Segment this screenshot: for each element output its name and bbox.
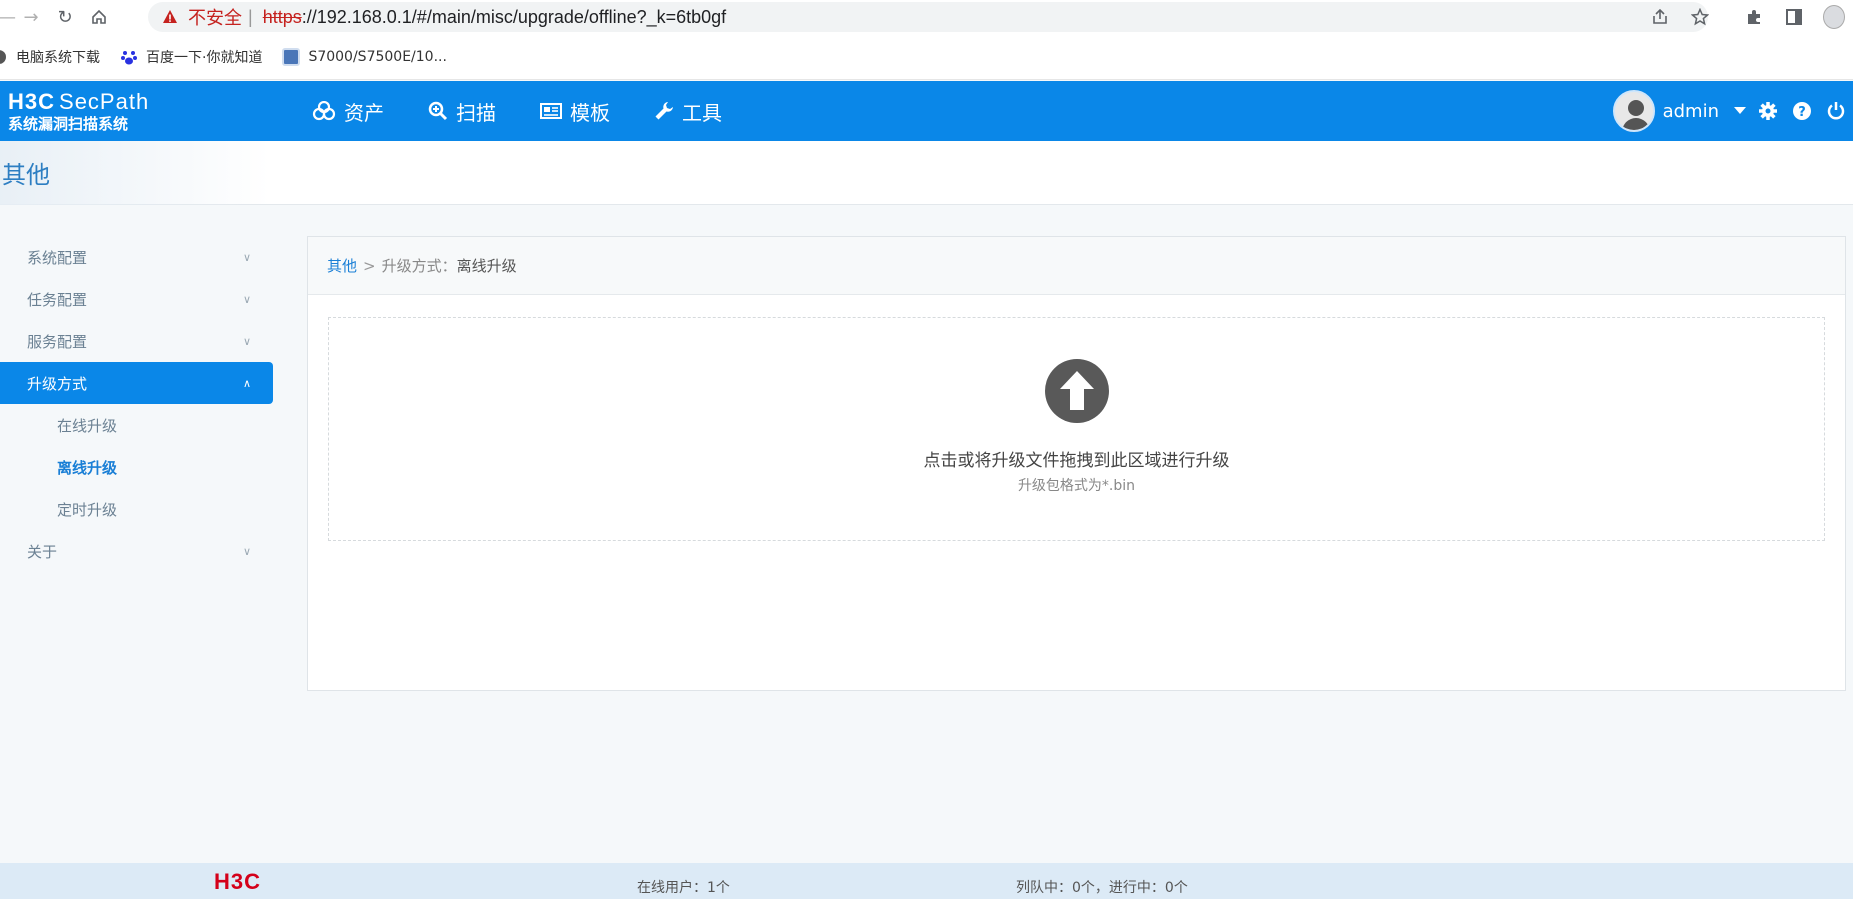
nav-template[interactable]: 模板	[540, 97, 610, 126]
breadcrumb-root-link[interactable]: 其他	[327, 255, 357, 276]
dropzone-text: 点击或将升级文件拖拽到此区域进行升级	[923, 451, 1230, 471]
share-icon[interactable]	[1649, 6, 1671, 28]
logo-brand: H3C	[8, 89, 56, 114]
queue-status: 列队中：0个，进行中：0个	[1016, 880, 1188, 896]
sidebar: 系统配置 ∨ 任务配置 ∨ 服务配置 ∨ 升级方式 ∧ 在线升级 离线升级 定时…	[0, 236, 273, 572]
home-icon[interactable]	[82, 0, 116, 34]
address-separator: |	[248, 6, 253, 27]
profile-icon[interactable]	[1823, 5, 1845, 29]
main-panel: 其他 > 升级方式： 离线升级 点击或将升级文件拖拽到此区域进行升级 升级包格式…	[307, 236, 1846, 691]
nav-tools-label: 工具	[682, 100, 722, 125]
breadcrumb-section: 升级方式：	[381, 257, 457, 275]
app-logo[interactable]: H3C SecPath 系统漏洞扫描系统	[8, 89, 149, 134]
dropzone-hint: 升级包格式为*.bin	[1017, 478, 1136, 494]
sidebar-item-label: 服务配置	[27, 332, 88, 351]
sidebar-item-about[interactable]: 关于 ∨	[0, 530, 273, 572]
online-users-status: 在线用户：1个	[637, 880, 730, 896]
url-scheme: https	[262, 6, 302, 27]
sidebar-item-label: 系统配置	[27, 248, 88, 267]
app-header: H3C SecPath 系统漏洞扫描系统 资产 扫描 模板 工具 admin ?	[0, 81, 1853, 141]
logo-subtitle: 系统漏洞扫描系统	[8, 116, 129, 133]
warning-icon	[162, 9, 178, 25]
page-title: 其他	[2, 161, 50, 189]
chevron-down-icon: ∨	[242, 334, 251, 348]
bookmark-star-icon[interactable]	[1689, 6, 1711, 28]
browser-actions	[1649, 0, 1853, 34]
sidebar-item-label: 任务配置	[27, 290, 88, 309]
browser-toolbar: — → ↻ 不安全 | https://192.168.0.1/#/main/m…	[0, 0, 1853, 34]
sidebar-subitem-offline-upgrade[interactable]: 离线升级	[0, 446, 273, 488]
sidebar-item-upgrade[interactable]: 升级方式 ∧	[0, 362, 273, 404]
breadcrumb: 其他 > 升级方式： 离线升级	[308, 237, 1845, 295]
bookmark-item[interactable]: 电脑系统下载	[0, 47, 100, 67]
footer: H3C 在线用户：1个 列队中：0个，进行中：0个	[0, 863, 1853, 899]
sidebar-item-label: 升级方式	[27, 374, 88, 393]
upload-dropzone[interactable]: 点击或将升级文件拖拽到此区域进行升级 升级包格式为*.bin	[328, 317, 1825, 541]
upload-arrow-icon	[1044, 358, 1110, 428]
avatar[interactable]	[1612, 90, 1655, 132]
bookmark-item[interactable]: S7000/S7500E/10...	[282, 47, 447, 66]
breadcrumb-current: 离线升级	[456, 257, 517, 275]
sidebar-item-task-config[interactable]: 任务配置 ∨	[0, 278, 273, 320]
power-icon[interactable]	[1819, 81, 1853, 141]
sidebar-subitem-label: 定时升级	[57, 500, 118, 519]
side-panel-icon[interactable]	[1783, 6, 1805, 28]
extensions-icon[interactable]	[1743, 6, 1765, 28]
main-nav: 资产 扫描 模板 工具	[312, 81, 722, 141]
security-label: 不安全	[188, 8, 242, 28]
gear-icon[interactable]	[1751, 81, 1785, 141]
nav-template-label: 模板	[570, 100, 610, 125]
nav-scan-label: 扫描	[456, 100, 496, 125]
chevron-up-icon: ∧	[242, 376, 251, 390]
forward-arrow-icon[interactable]: →	[14, 0, 48, 34]
page-title-bar: 其他	[0, 141, 1853, 205]
logo-product: SecPath	[59, 89, 150, 114]
footer-logo: H3C	[214, 869, 262, 894]
nav-assets[interactable]: 资产	[312, 97, 384, 126]
chevron-down-icon: ∨	[242, 292, 251, 306]
wrench-icon	[655, 102, 673, 120]
breadcrumb-separator: >	[363, 256, 376, 275]
reload-icon[interactable]: ↻	[48, 0, 82, 34]
svg-text:?: ?	[1798, 105, 1806, 120]
sidebar-subitem-scheduled-upgrade[interactable]: 定时升级	[0, 488, 273, 530]
template-icon	[540, 103, 562, 119]
url-text: ://192.168.0.1/#/main/misc/upgrade/offli…	[301, 6, 727, 27]
assets-icon	[312, 101, 336, 121]
back-arrow-icon[interactable]: —	[0, 0, 16, 34]
chevron-down-icon: ∨	[242, 544, 251, 558]
bookmark-label: 电脑系统下载	[16, 49, 100, 66]
caret-down-icon[interactable]	[1729, 81, 1751, 141]
bookmarks-bar: 电脑系统下载 百度一下·你就知道 S7000/S7500E/10...	[0, 34, 1853, 80]
sidebar-subitem-label: 在线升级	[57, 416, 118, 435]
sidebar-item-service-config[interactable]: 服务配置 ∨	[0, 320, 273, 362]
globe-icon	[0, 49, 6, 64]
sidebar-subitem-label: 离线升级	[57, 458, 118, 477]
document-icon	[282, 47, 301, 66]
address-bar[interactable]: 不安全 | https://192.168.0.1/#/main/misc/up…	[148, 2, 1708, 32]
sidebar-item-system-config[interactable]: 系统配置 ∨	[0, 236, 273, 278]
scan-icon	[428, 101, 448, 121]
bookmark-label: 百度一下·你就知道	[146, 49, 263, 66]
nav-tools[interactable]: 工具	[654, 97, 722, 126]
nav-scan[interactable]: 扫描	[428, 97, 496, 126]
username[interactable]: admin	[1663, 101, 1719, 122]
sidebar-item-label: 关于	[27, 542, 58, 561]
baidu-paw-icon	[120, 48, 138, 66]
user-area: admin ?	[1612, 81, 1853, 141]
bookmark-item[interactable]: 百度一下·你就知道	[120, 47, 262, 67]
chevron-down-icon: ∨	[242, 250, 251, 264]
sidebar-subitem-online-upgrade[interactable]: 在线升级	[0, 404, 273, 446]
help-icon[interactable]: ?	[1785, 81, 1819, 141]
nav-assets-label: 资产	[344, 100, 384, 125]
bookmark-label: S7000/S7500E/10...	[308, 48, 447, 65]
